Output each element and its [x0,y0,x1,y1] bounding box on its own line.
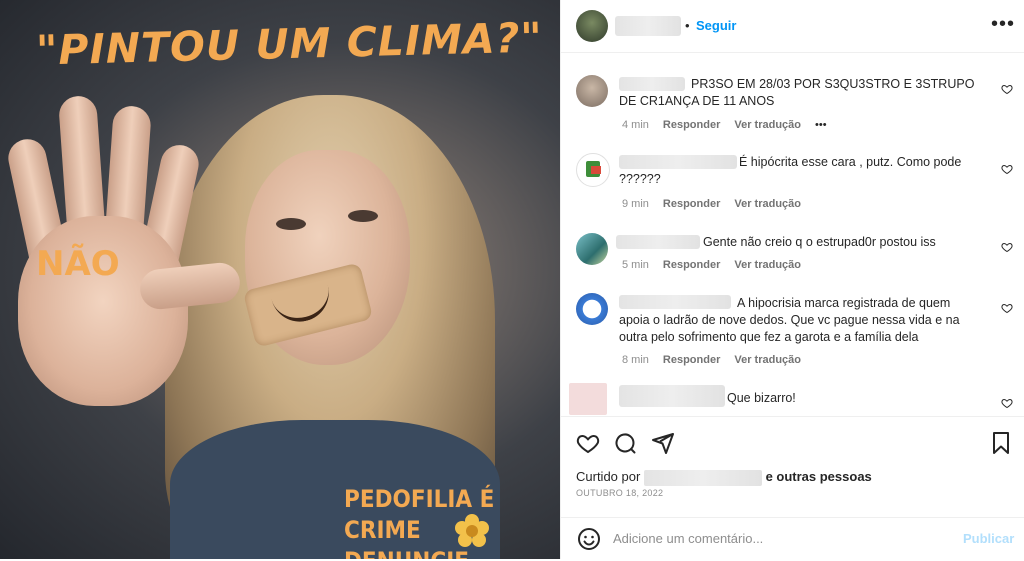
comment-icon[interactable] [613,431,637,460]
reply-button[interactable]: Responder [663,259,720,271]
comment-time: 9 min [622,198,649,210]
share-icon[interactable] [651,431,675,460]
post-header: • Seguir ••• [561,0,1024,53]
reply-button[interactable]: Responder [663,354,720,366]
image-headline: "PINTOU UM CLIMA?" [35,13,544,75]
comment-time: 4 min [622,119,649,131]
post-date: OUTUBRO 18, 2022 [576,488,664,498]
likes-summary: Curtido por e outras pessoas [576,469,872,486]
comment-meta: 8 min Responder Ver tradução [622,354,815,366]
commenter-name-redacted[interactable] [619,385,725,407]
post-side-panel: • Seguir ••• PR3SO EM 28/03 POR S3QU3STR… [560,0,1024,559]
heart-icon[interactable] [1001,302,1013,317]
translate-button[interactable]: Ver tradução [734,259,801,271]
comment-text: Gente não creio q o estrupad0r postou is… [703,235,936,249]
comment-text: PR3SO EM 28/03 POR S3QU3STRO E 3STRUPO D… [619,77,975,108]
comments-list: PR3SO EM 28/03 POR S3QU3STRO E 3STRUPO D… [561,53,1024,416]
comment-input[interactable]: Adicione um comentário... [613,531,763,546]
commenter-avatar[interactable] [576,153,610,187]
commenter-avatar[interactable] [576,75,608,107]
image-footer-text: PEDOFILIA É CRIME DENUNCIE. [344,484,560,559]
heart-icon[interactable] [1001,397,1013,412]
commenter-avatar[interactable] [569,383,607,415]
comment-meta: 9 min Responder Ver tradução [622,198,815,210]
translate-button[interactable]: Ver tradução [734,354,801,366]
flower-icon [455,514,489,548]
emoji-icon[interactable] [577,527,601,556]
image-nao-text: NÃO [36,244,120,284]
comment-meta: 4 min Responder Ver tradução ••• [622,119,841,131]
left-eye [276,218,306,230]
liked-suffix[interactable]: e outras pessoas [766,469,872,484]
comment-text: Que bizarro! [727,391,796,405]
add-comment-row: Adicione um comentário... Publicar [561,517,1024,561]
comment-time: 5 min [622,259,649,271]
liker-name-redacted[interactable] [643,469,762,486]
reply-button[interactable]: Responder [663,119,720,131]
comment-text: A hipocrisia marca registrada de quem ap… [619,296,960,344]
right-eye [348,210,378,222]
more-icon[interactable]: ••• [991,13,1015,36]
comment-meta: 5 min Responder Ver tradução [622,259,815,271]
commenter-avatar[interactable] [576,233,608,265]
comment-more-icon[interactable]: ••• [815,119,827,131]
reply-button[interactable]: Responder [663,198,720,210]
author-name-redacted[interactable] [615,16,681,36]
post-actions: Curtido por e outras pessoas OUTUBRO 18,… [561,416,1024,560]
header-dot: • [685,18,690,33]
follow-button[interactable]: Seguir [696,18,736,33]
translate-button[interactable]: Ver tradução [734,119,801,131]
heart-icon[interactable] [1001,241,1013,256]
comment-time: 8 min [622,354,649,366]
commenter-avatar[interactable] [576,293,608,325]
image-footer-line2: DENUNCIE. [344,546,560,559]
bookmark-icon[interactable] [989,431,1013,460]
image-footer-line1: PEDOFILIA É CRIME [344,485,495,544]
like-icon[interactable] [576,431,600,460]
post-image: "PINTOU UM CLIMA?" NÃO PEDOFILIA É CRIME… [0,0,560,559]
heart-icon[interactable] [1001,163,1013,178]
heart-icon[interactable] [1001,83,1013,98]
translate-button[interactable]: Ver tradução [734,198,801,210]
publish-button[interactable]: Publicar [963,531,1014,546]
liked-prefix: Curtido por [576,469,641,484]
comment-text: É hipócrita esse cara , putz. Como pode … [619,155,962,186]
author-avatar[interactable] [576,10,608,42]
